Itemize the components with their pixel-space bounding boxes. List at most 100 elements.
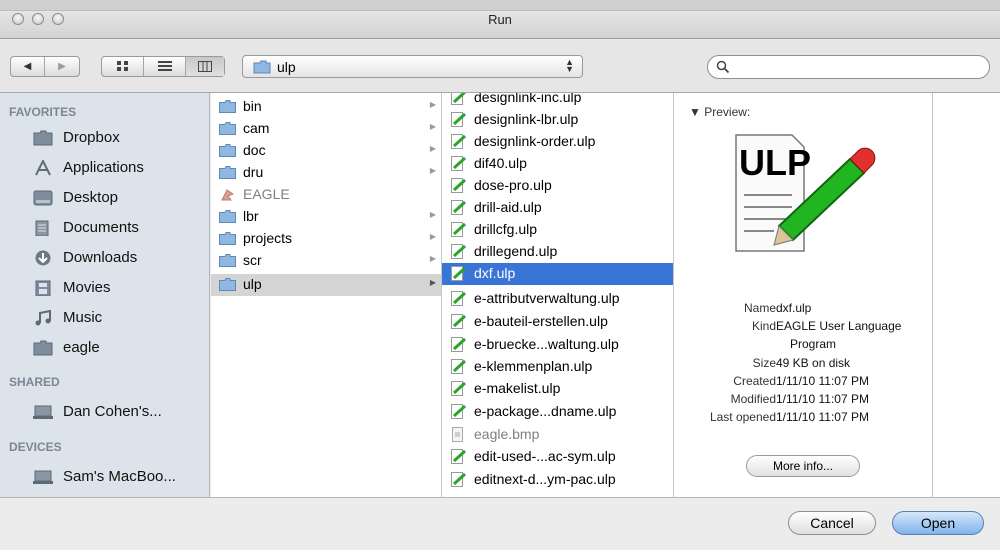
file-row[interactable]: drillegend.ulp — [442, 241, 673, 263]
row-label: e-bruecke...waltung.ulp — [474, 336, 619, 352]
file-row[interactable]: drillcfg.ulp — [442, 219, 673, 241]
sidebar-item-label: Applications — [63, 159, 144, 176]
row-label: drillegend.ulp — [474, 243, 558, 259]
folder-icon — [33, 130, 53, 146]
meta-label-created: Created — [733, 374, 776, 388]
folder-row-bin[interactable]: bin ▶ — [211, 96, 441, 118]
ulp-file-icon — [451, 472, 466, 487]
row-label: cam — [243, 120, 270, 136]
file-row[interactable]: designlink-order.ulp — [442, 131, 673, 153]
file-row[interactable]: e-package...dname.ulp — [442, 401, 673, 423]
disclosure-icon: ▶ — [429, 278, 436, 287]
icon-view-button[interactable] — [102, 57, 144, 76]
sidebar-item-dropbox[interactable]: Dropbox — [0, 124, 209, 152]
file-row[interactable]: dif40.ulp — [442, 153, 673, 175]
folder-icon — [219, 100, 236, 113]
folder-row-dru[interactable]: dru ▶ — [211, 162, 441, 184]
sidebar-item-applications[interactable]: Applications — [0, 154, 209, 182]
back-button[interactable]: ◀ — [11, 57, 45, 76]
list-view-button[interactable] — [144, 57, 186, 76]
sidebar-item-movies[interactable]: Movies — [0, 274, 209, 302]
file-row[interactable]: eagle.bmp — [442, 424, 673, 446]
meta-value-name: dxf.ulp — [776, 301, 812, 315]
sidebar-item-macbook[interactable]: Sam's MacBoo... — [0, 463, 209, 491]
row-label: designlink-order.ulp — [474, 133, 596, 149]
row-label: edit-used-...ac-sym.ulp — [474, 448, 616, 464]
bmp-file-icon — [452, 427, 463, 442]
more-info-button[interactable]: More info... — [746, 455, 860, 477]
sidebar-heading-favorites: FAVORITES — [9, 105, 77, 119]
sidebar-heading-shared: SHARED — [9, 375, 60, 389]
file-row[interactable]: e-bauteil-erstellen.ulp — [442, 311, 673, 333]
folder-icon — [219, 122, 236, 135]
row-label: eagle.bmp — [474, 426, 540, 442]
meta-label-name: Name — [743, 301, 776, 315]
toolbar: ◀ ▶ ulp ▲ ▼ — [0, 40, 1000, 93]
view-mode-control — [101, 56, 225, 77]
ulp-file-icon — [451, 112, 466, 127]
folder-row-doc[interactable]: doc ▶ — [211, 140, 441, 162]
sidebar-heading-devices: DEVICES — [9, 440, 62, 454]
sidebar-item-shared-computer[interactable]: Dan Cohen's... — [0, 398, 209, 426]
folder-icon — [219, 144, 236, 157]
documents-icon — [35, 220, 49, 236]
file-row[interactable]: designlink-lbr.ulp — [442, 109, 673, 131]
app-row-eagle[interactable]: EAGLE — [211, 184, 441, 206]
sidebar-item-label: Desktop — [63, 189, 119, 206]
folder-row-cam[interactable]: cam ▶ — [211, 118, 441, 140]
applications-icon — [35, 160, 51, 176]
file-row[interactable]: editnext-d...ym-pac.ulp — [442, 469, 673, 491]
folder-row-projects[interactable]: projects ▶ — [211, 228, 441, 250]
meta-value-kind: EAGLE User Language — [776, 319, 902, 333]
row-label: e-attributverwaltung.ulp — [474, 290, 620, 306]
preview-heading[interactable]: ▼ Preview: — [689, 105, 750, 119]
sidebar-item-music[interactable]: Music — [0, 304, 209, 332]
row-label: editnext-d...ym-pac.ulp — [474, 471, 616, 487]
file-row[interactable]: dose-pro.ulp — [442, 175, 673, 197]
forward-button[interactable]: ▶ — [45, 57, 79, 76]
folder-row-scr[interactable]: scr ▶ — [211, 250, 441, 272]
column-view-button[interactable] — [186, 57, 224, 76]
folder-row-ulp[interactable]: ulp ▶ — [211, 274, 441, 296]
path-popup[interactable]: ulp ▲ ▼ — [242, 55, 583, 78]
ulp-file-icon — [451, 93, 466, 105]
meta-label-last-opened: Last opened — [709, 410, 776, 424]
sidebar-item-label: Movies — [63, 279, 111, 296]
metadata-labels: Name Kind Size Created Modified Last ope… — [661, 301, 776, 441]
folder-row-lbr[interactable]: lbr ▶ — [211, 206, 441, 228]
row-label: designlink-lbr.ulp — [474, 111, 579, 127]
search-input[interactable] — [734, 58, 978, 78]
title-bar: Run — [0, 0, 1000, 39]
column-divider — [932, 93, 933, 497]
folder-icon — [219, 278, 236, 291]
file-row[interactable]: e-makelist.ulp — [442, 378, 673, 400]
file-row[interactable]: e-bruecke...waltung.ulp — [442, 334, 673, 356]
row-label: doc — [243, 142, 266, 158]
sidebar-item-documents[interactable]: Documents — [0, 214, 209, 242]
file-row[interactable]: e-attributverwaltung.ulp — [442, 288, 673, 310]
sidebar-item-label: eagle — [63, 339, 100, 356]
dialog-footer: Cancel Open — [0, 497, 1000, 550]
popup-arrows-icon: ▲ ▼ — [565, 57, 574, 74]
file-row-selected[interactable]: dxf.ulp — [442, 263, 673, 285]
downloads-icon — [35, 250, 51, 266]
disclosure-triangle-icon: ▼ — [689, 105, 701, 119]
preview-heading-label: Preview: — [704, 105, 751, 119]
eagle-app-icon — [221, 189, 235, 201]
row-label: drillcfg.ulp — [474, 221, 538, 237]
sidebar-item-label: Downloads — [63, 249, 138, 266]
search-field[interactable] — [707, 55, 990, 79]
file-row[interactable]: drill-aid.ulp — [442, 197, 673, 219]
file-row[interactable]: e-klemmenplan.ulp — [442, 356, 673, 378]
file-row[interactable]: designlink-inc.ulp — [442, 93, 673, 109]
open-button[interactable]: Open — [892, 511, 984, 535]
sidebar-item-desktop[interactable]: Desktop — [0, 184, 209, 212]
cancel-button[interactable]: Cancel — [788, 511, 876, 535]
disclosure-icon: ▶ — [429, 144, 436, 153]
sidebar-item-downloads[interactable]: Downloads — [0, 244, 209, 272]
file-row[interactable]: edit-used-...ac-sym.ulp — [442, 446, 673, 468]
ulp-file-icon — [451, 359, 466, 374]
sidebar-item-eagle[interactable]: eagle — [0, 334, 209, 362]
music-icon — [35, 310, 51, 326]
path-popup-label: ulp — [277, 59, 296, 75]
